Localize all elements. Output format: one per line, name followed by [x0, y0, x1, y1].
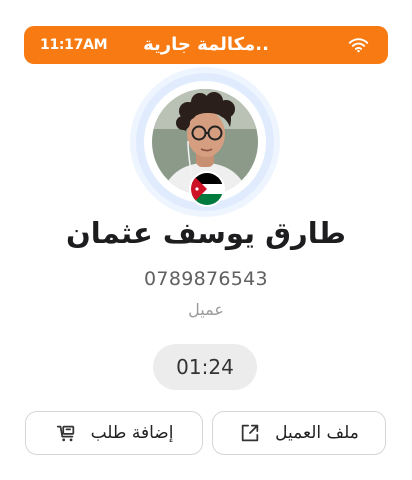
caller-role: عميل: [188, 300, 224, 319]
caller-phone: 0789876543: [144, 268, 268, 290]
caller-avatar-group: [130, 67, 280, 217]
call-status-bar: 11:17AM مكالمة جارية..: [24, 26, 388, 64]
open-external-icon: [241, 424, 259, 442]
jordan-flag-icon: [189, 171, 225, 207]
add-order-label: إضافة طلب: [90, 423, 174, 443]
cart-add-icon: [56, 425, 74, 442]
customer-profile-button[interactable]: ملف العميل: [212, 411, 386, 455]
add-order-button[interactable]: إضافة طلب: [25, 411, 203, 455]
call-duration: 01:24: [153, 344, 257, 390]
customer-profile-label: ملف العميل: [275, 423, 359, 443]
wifi-icon: [348, 38, 369, 53]
caller-name: طارق يوسف عثمان: [66, 216, 346, 250]
call-status-label: مكالمة جارية..: [143, 34, 269, 55]
